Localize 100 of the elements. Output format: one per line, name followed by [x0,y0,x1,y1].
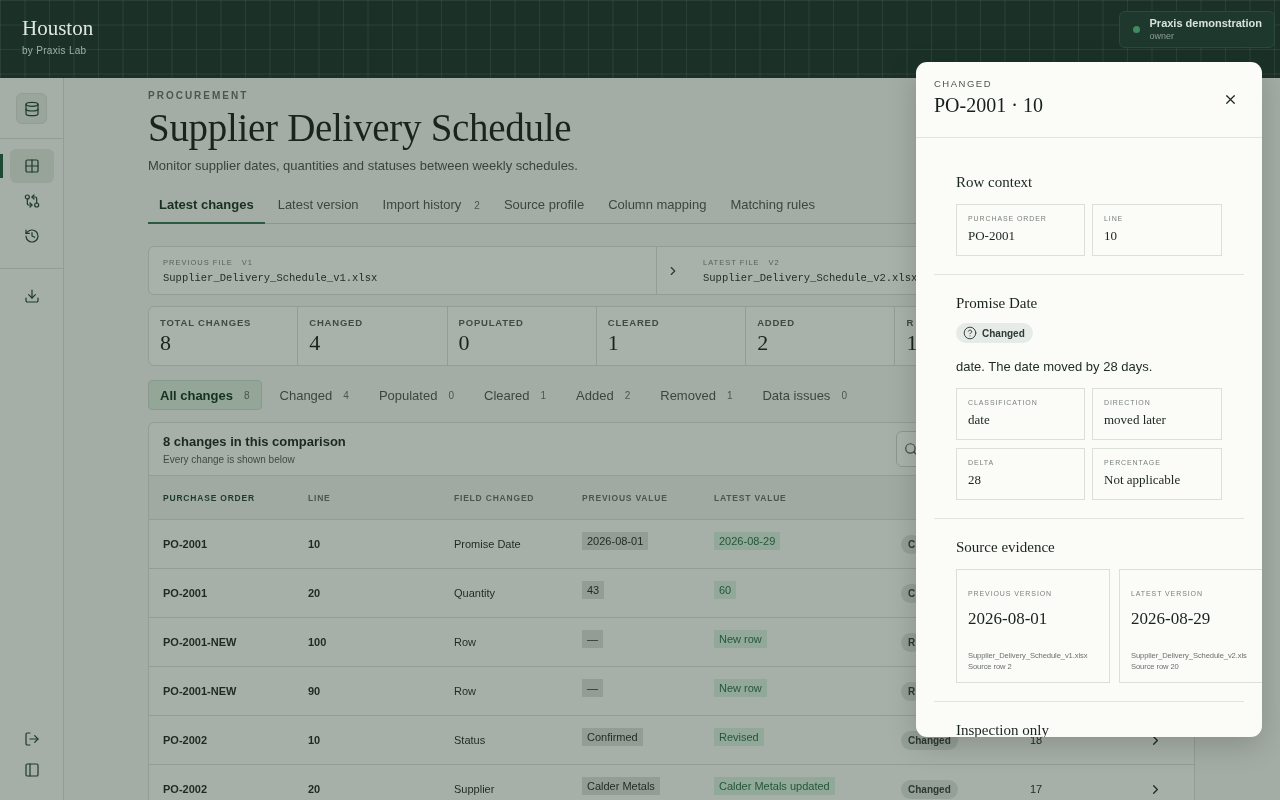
table-cell: 20 [308,587,321,599]
compare-arrows-icon [23,193,40,209]
filter-count: 4 [343,389,349,401]
drawer-eyebrow: CHANGED [934,78,992,89]
tab[interactable]: Latest changes [148,197,265,224]
table-cell: 10 [308,538,321,550]
account-name: Praxis demonstration [1149,17,1262,29]
table-cell: Promise Date [454,538,521,550]
table-subtitle: Every change is shown below [163,453,296,465]
table-cell: PO-2002 [163,783,208,795]
account-role: owner [1149,31,1176,41]
table-cell: PO-2001-NEW [163,636,237,648]
latest-value: 2026-08-29 [714,531,781,550]
stat-label: TOTAL CHANGES [160,317,252,328]
change-type: Changed [901,779,958,799]
evidence-value: 2026-08-01 [968,609,1048,629]
table-cell: 17 [1030,783,1043,795]
table-cell: Row [454,685,476,697]
field-value: moved later [1104,412,1166,428]
table-title: 8 changes in this comparison [163,433,346,449]
database-button[interactable] [16,93,47,124]
table-cell: 100 [308,636,327,648]
panel-icon[interactable] [23,762,40,778]
page-title: Supplier Delivery Schedule [148,105,572,150]
tab[interactable]: Column mapping [597,197,718,224]
change-note: date. The date moved by 28 days. [956,359,1153,374]
field-value: PO-2001 [968,228,1015,244]
filter-chip[interactable]: Changed 4 [267,380,361,410]
table-cell: Status [454,734,486,746]
latest-value: 60 [714,580,737,599]
table-cell: Quantity [454,587,495,599]
column-header: LATEST VALUE [714,492,787,503]
stat-label: R [906,317,915,328]
file-name: Supplier_Delivery_Schedule_v1.xlsx [163,271,379,284]
stat-label: CHANGED [309,317,363,328]
filter-chip[interactable]: Populated 0 [366,380,466,410]
previous-value: — [582,678,603,697]
filter-chip[interactable]: Removed 1 [648,380,745,410]
search-icon [904,442,918,456]
table-cell: 90 [308,685,321,697]
evidence-value: 2026-08-29 [1131,609,1211,629]
help-icon [963,326,977,340]
tab[interactable]: Matching rules [719,197,826,224]
app-name: Houston [22,16,94,41]
filter-chip[interactable]: All changes 8 [148,380,262,410]
tab[interactable]: Import history 2 [371,197,491,224]
filter-count: 0 [841,389,847,401]
latest-value: New row [714,629,767,648]
stat-value: 4 [309,332,321,354]
field-value: date [968,412,990,428]
field-value: Not applicable [1104,472,1181,488]
download-icon [23,288,40,304]
page-eyebrow: PROCUREMENT [148,90,249,101]
filter-count: 1 [726,389,733,401]
tab[interactable]: Latest version [266,197,370,224]
filter-chip[interactable]: Data issues 0 [750,380,859,410]
stat-value: 8 [160,332,171,354]
latest-value: Calder Metals updated [714,776,835,795]
stat-value: 1 [607,332,619,354]
table-cell: PO-2001 [163,587,208,599]
drawer-title: PO-2001 · 10 [934,94,1043,117]
sidebar-item[interactable] [9,149,54,183]
logout-icon[interactable] [23,731,40,747]
filter-count: 0 [448,389,454,401]
tab-count: 2 [474,200,480,211]
column-header: PURCHASE ORDER [163,492,255,503]
previous-value: Confirmed [582,727,643,746]
table-cell: Supplier [454,783,495,795]
table-cell: PO-2001 [163,538,208,550]
filter-chip[interactable]: Cleared 1 [472,380,559,410]
filter-count: 8 [243,389,250,401]
stat-value: 0 [458,332,470,354]
section-heading: Source evidence [956,539,1055,556]
section-heading: Row context [956,174,1033,191]
latest-value: Revised [714,727,764,746]
section-heading: Promise Date [956,295,1038,312]
filter-chip[interactable]: Added 2 [564,380,643,410]
account-menu[interactable]: Praxis demonstration owner [1118,10,1275,48]
database-icon [23,100,40,117]
table-cell: 20 [308,783,321,795]
table-cell: PO-2001-NEW [163,685,237,697]
latest-value: New row [714,678,767,697]
stat-label: CLEARED [607,317,660,328]
status-label: Changed [982,327,1025,339]
table-cell: 10 [308,734,321,746]
status-dot [1132,25,1140,33]
table-cell: Row [454,636,476,648]
column-header: LINE [308,492,331,503]
table-cell: PO-2002 [163,734,208,746]
history-icon [23,228,40,244]
column-header: PREVIOUS VALUE [582,492,668,503]
field-value: 10 [1104,228,1117,244]
grid-icon [23,158,40,174]
previous-value: 43 [582,580,605,599]
stat-value: 1 [906,332,918,354]
previous-value: 2026-08-01 [582,531,649,550]
stat-label: POPULATED [458,317,524,328]
tab[interactable]: Source profile [492,197,596,224]
previous-value: — [582,629,603,648]
page-subtitle: Monitor supplier dates, quantities and statuses between weekly schedules. [148,158,578,173]
